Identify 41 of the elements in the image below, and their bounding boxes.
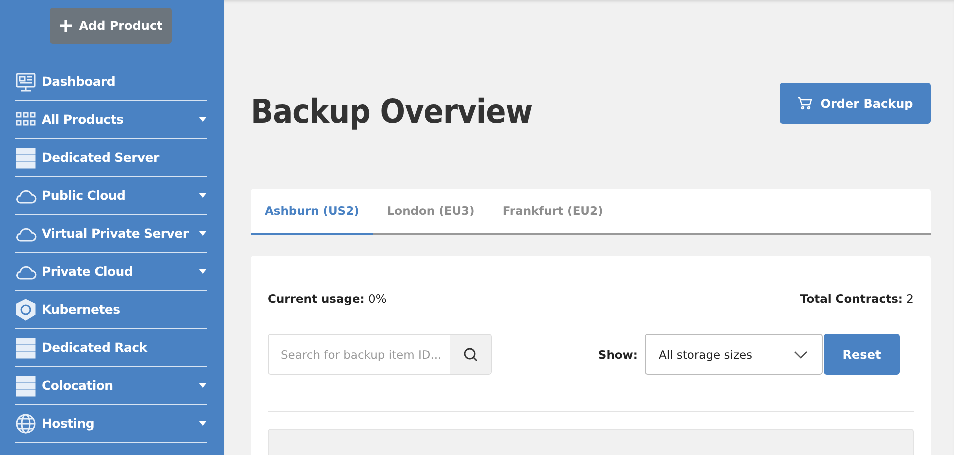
- chevron-down-icon: [794, 350, 808, 358]
- cart-icon: [798, 97, 812, 110]
- search-field[interactable]: Search for backup item ID...: [268, 334, 492, 375]
- location-tab[interactable]: Ashburn (US2): [251, 189, 374, 235]
- order-backup-button[interactable]: Order Backup: [780, 83, 931, 124]
- sidebar-item[interactable]: Hosting: [15, 405, 207, 443]
- reset-button[interactable]: Reset: [824, 334, 900, 375]
- sidebar-item[interactable]: Dedicated Server: [15, 139, 207, 177]
- total-contracts-text: Total Contracts: 2: [800, 292, 914, 306]
- monitor-icon: [15, 70, 37, 92]
- sidebar-item-label: Dedicated Rack: [42, 340, 149, 355]
- current-usage-text: Current usage: 0%: [268, 292, 387, 306]
- show-label: Show:: [598, 348, 638, 362]
- sidebar-item[interactable]: Dashboard: [15, 63, 207, 101]
- sidebar-item[interactable]: Public Cloud: [15, 177, 207, 215]
- globe-icon: [15, 412, 37, 434]
- server-icon: [15, 374, 37, 396]
- sidebar-item-label: Dashboard: [42, 74, 117, 89]
- search-icon[interactable]: [462, 346, 478, 362]
- sidebar-item-label: All Products: [42, 112, 125, 127]
- storage-size-dropdown[interactable]: All storage sizes: [645, 334, 823, 375]
- sidebar-item-label: Public Cloud: [42, 188, 127, 203]
- sidebar-item-label: Colocation: [42, 378, 114, 393]
- server-icon: [15, 146, 37, 168]
- add-product-button[interactable]: Add Product: [50, 8, 172, 44]
- sidebar-item-label: Private Cloud: [42, 264, 134, 279]
- sidebar-item-label: Dedicated Server: [42, 150, 161, 165]
- sidebar-item[interactable]: Colocation: [15, 367, 207, 405]
- sidebar-item-label: Virtual Private Server: [42, 226, 190, 241]
- sidebar-item-label: Hosting: [42, 416, 96, 431]
- sidebar-item[interactable]: Virtual Private Server: [15, 215, 207, 253]
- sidebar-item-label: Kubernetes: [42, 302, 122, 317]
- sidebar-item[interactable]: All Products: [15, 101, 207, 139]
- plus-icon: [59, 19, 74, 33]
- sidebar-item[interactable]: Dedicated Rack: [15, 329, 207, 367]
- page-title: Backup Overview: [251, 92, 533, 131]
- location-tab[interactable]: London (EU3): [373, 189, 489, 235]
- server-icon: [15, 336, 37, 358]
- location-tab[interactable]: Frankfurt (EU2): [488, 189, 618, 235]
- sidebar-item[interactable]: Private Cloud: [15, 253, 207, 291]
- sidebar-item[interactable]: Kubernetes: [15, 291, 207, 329]
